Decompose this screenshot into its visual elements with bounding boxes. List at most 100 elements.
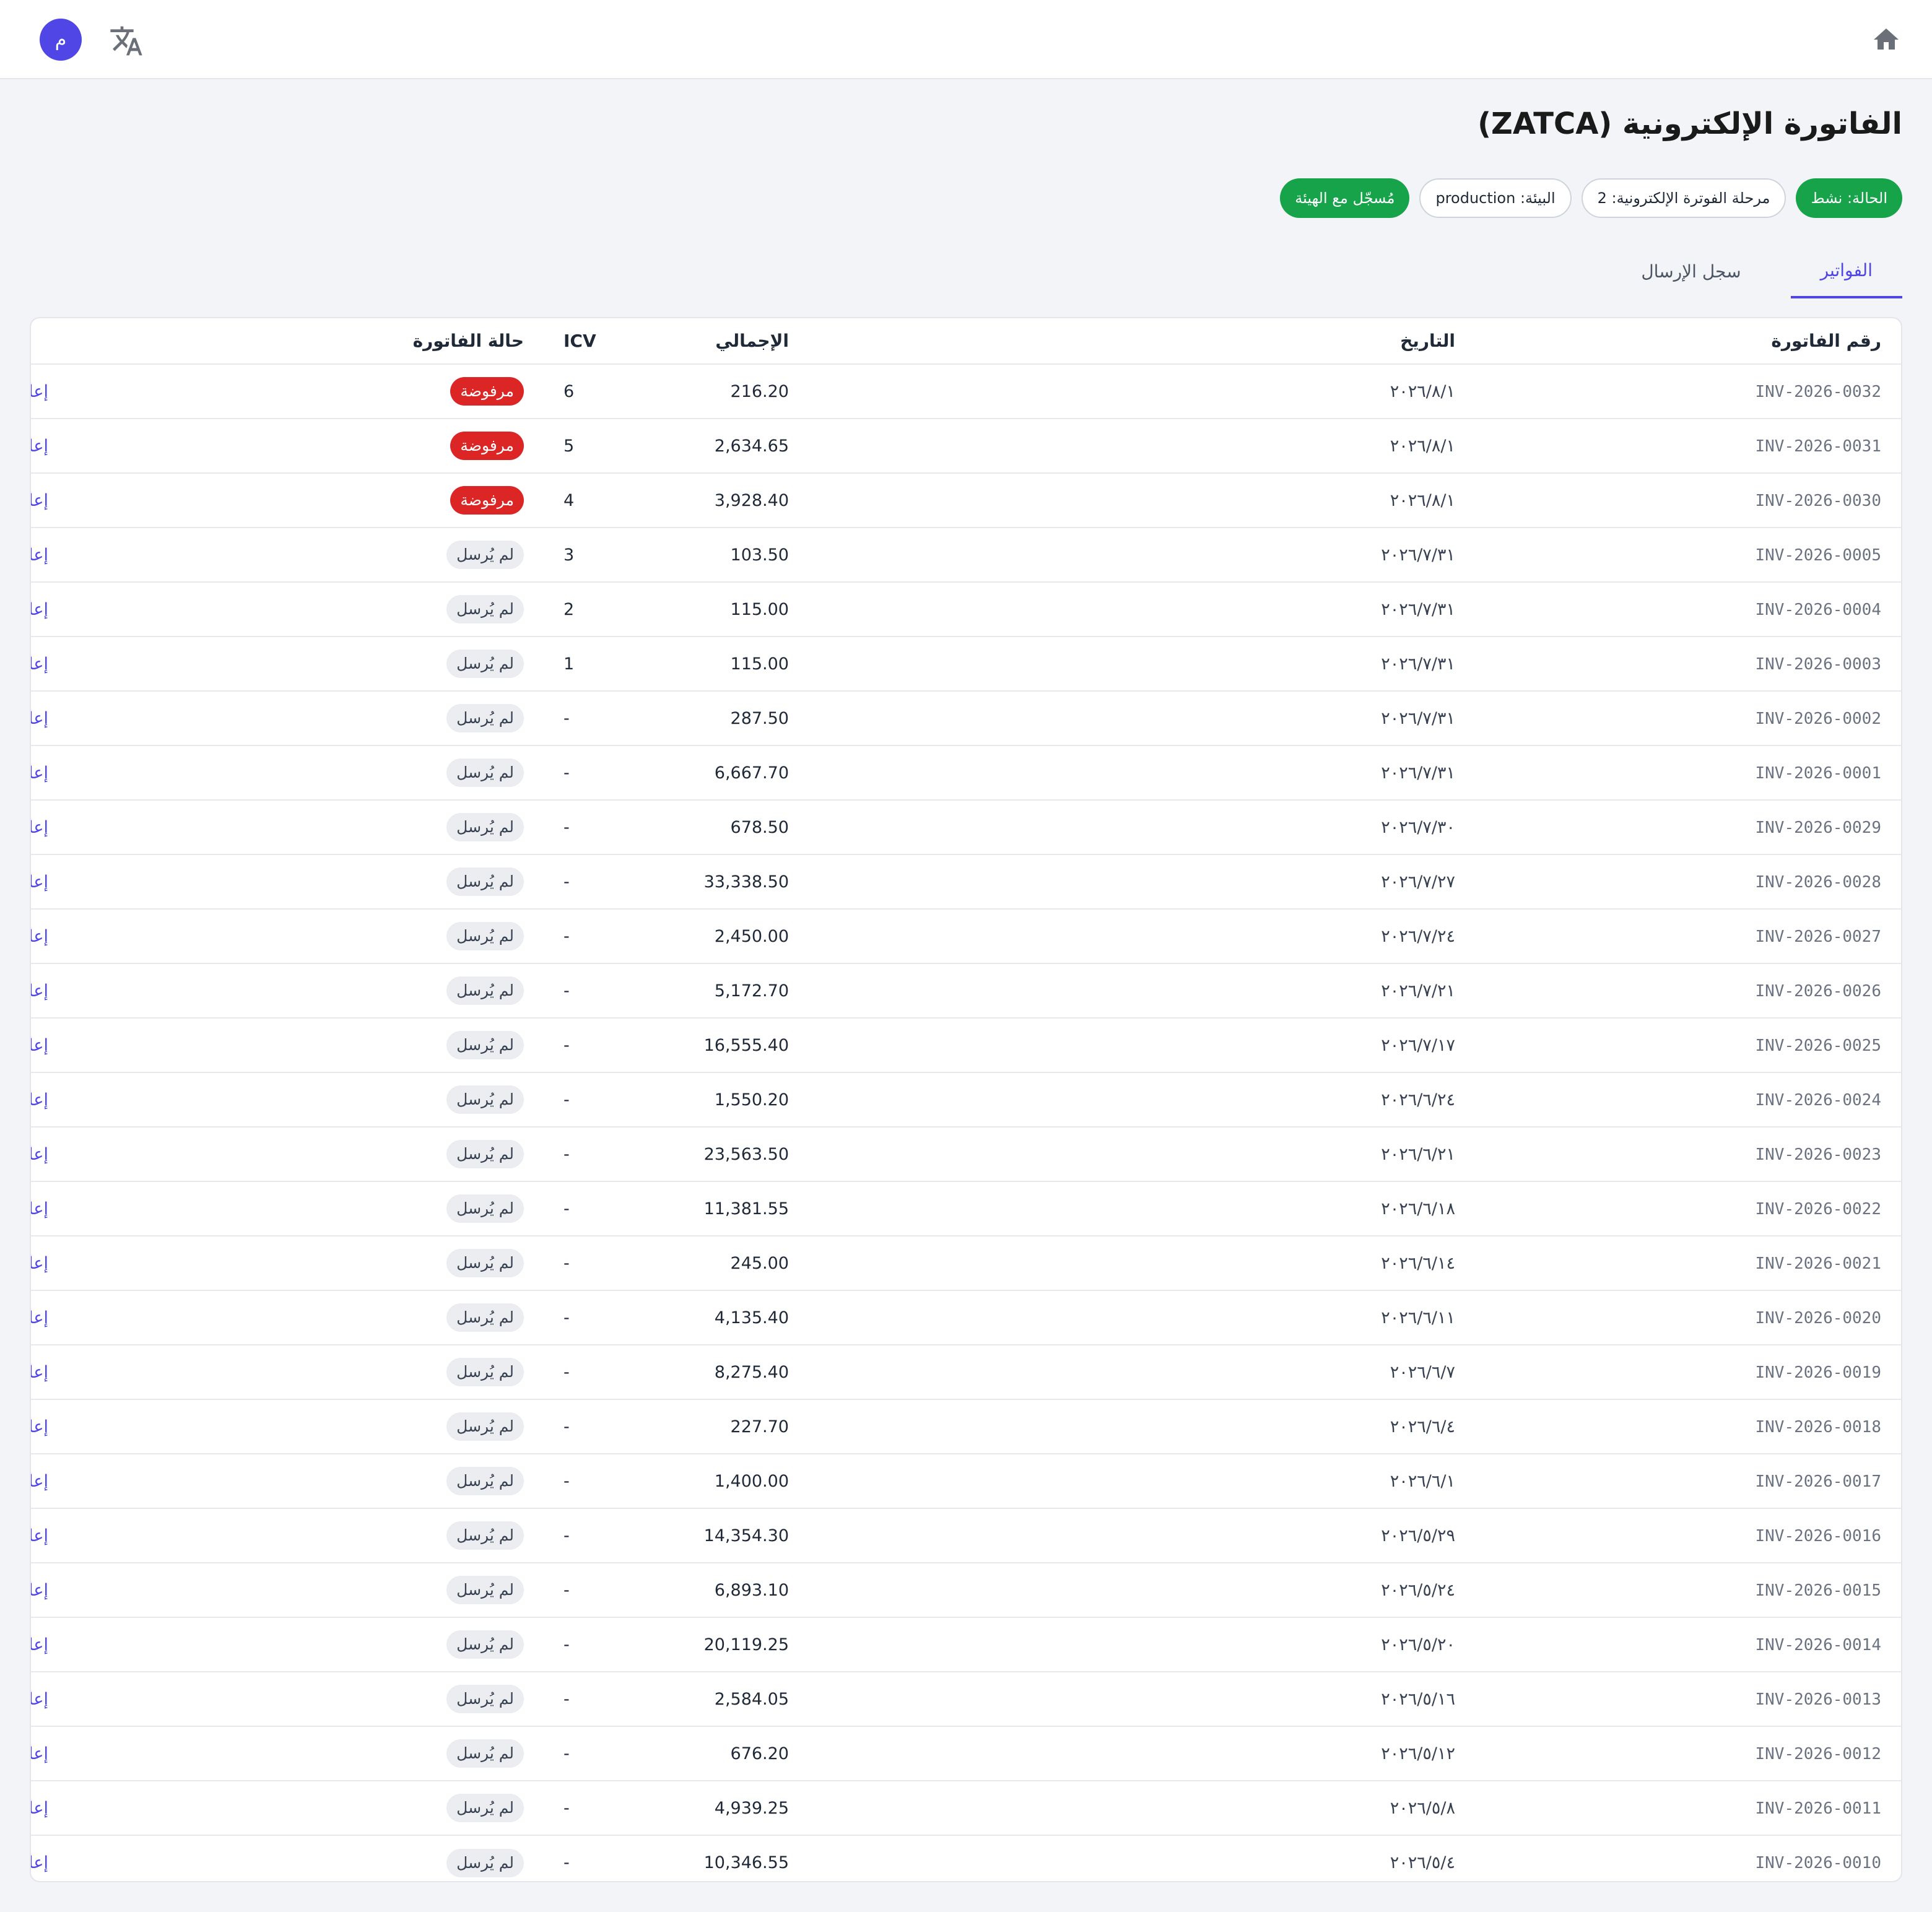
total-cell: 2,450.00 — [706, 909, 809, 963]
invoice-number: INV-2026-0004 — [1755, 600, 1882, 619]
date-cell: ٢٠٢٦/٥/٤ — [809, 1835, 1475, 1881]
invoice-total: 20,119.25 — [703, 1635, 789, 1654]
invoice-total: 287.50 — [730, 708, 789, 728]
invoice-number: INV-2026-0025 — [1755, 1036, 1882, 1055]
invoices-card: رقم الفاتورة التاريخ الإجمالي ICV حالة ا… — [30, 317, 1902, 1882]
resend-link[interactable]: إعادة إرسال — [31, 1308, 48, 1328]
invoice-number-cell: INV-2026-0003 — [1475, 637, 1901, 691]
table-row: INV-2026-0030 ٢٠٢٦/٨/١ 3,928.40 4 مرفوضة إعاد… — [31, 473, 1901, 528]
invoice-total: 115.00 — [730, 599, 789, 619]
resend-link[interactable]: إعادة إرسال — [31, 709, 48, 728]
status-cell: لم يُرسل — [31, 1617, 544, 1672]
invoice-date: ٢٠٢٦/٦/١ — [1390, 1471, 1455, 1491]
status-cell: لم يُرسل — [31, 745, 544, 800]
user-avatar[interactable]: م — [40, 19, 82, 61]
resend-link[interactable]: إعادة إرسال — [31, 872, 48, 892]
total-cell: 11,381.55 — [704, 1181, 809, 1236]
status-cell: لم يُرسل — [31, 1181, 544, 1236]
resend-link[interactable]: إعادة إرسال — [31, 1581, 48, 1600]
resend-link[interactable]: إعادة إرسال — [31, 1635, 48, 1654]
tab-submission-log[interactable]: سجل الإرسال — [1611, 244, 1770, 298]
resend-link[interactable]: إعادة إرسال — [31, 600, 48, 619]
status-badge: لم يُرسل — [446, 1140, 524, 1168]
resend-link[interactable]: إعادة إرسال — [31, 1472, 48, 1491]
resend-link[interactable]: إعادة إرسال — [31, 1799, 48, 1818]
resend-link[interactable]: إعادة إرسال — [31, 927, 48, 946]
invoice-number-cell: INV-2026-0010 — [1475, 1835, 1901, 1881]
resend-link[interactable]: إعادة إرسال — [31, 1417, 48, 1436]
status-cell: مرفوضة — [31, 419, 544, 473]
invoice-number: INV-2026-0001 — [1755, 763, 1882, 783]
total-cell: 3,928.40 — [706, 473, 809, 528]
date-cell: ٢٠٢٦/٦/١٨ — [809, 1181, 1475, 1236]
tab-invoices[interactable]: الفواتير — [1790, 244, 1902, 298]
icv-cell: 6 — [544, 364, 706, 419]
table-row: INV-2026-0024 ٢٠٢٦/٦/٢٤ 1,550.20 - لم يُرسل إ… — [31, 1072, 1901, 1127]
invoice-date: ٢٠٢٦/٧/٣١ — [1381, 654, 1455, 674]
resend-link[interactable]: إعادة إرسال — [31, 763, 48, 783]
resend-link[interactable]: إعادة إرسال — [31, 1145, 48, 1164]
date-cell: ٢٠٢٦/٧/٣١ — [809, 582, 1475, 637]
status-cell: لم يُرسل — [31, 1018, 544, 1072]
icv-value: 3 — [564, 545, 575, 565]
translate-icon[interactable] — [109, 24, 144, 58]
total-cell: 287.50 — [706, 691, 809, 745]
invoice-total: 2,450.00 — [714, 926, 789, 946]
table-row: INV-2026-0025 ٢٠٢٦/٧/١٧ 16,555.40 - لم يُرسل… — [31, 1018, 1901, 1072]
table-row: INV-2026-0019 ٢٠٢٦/٦/٧ 8,275.40 - لم يُرسل إع… — [31, 1345, 1901, 1399]
resend-link[interactable]: إعادة إرسال — [31, 1254, 48, 1273]
home-icon[interactable] — [1871, 25, 1901, 54]
invoice-total: 10,346.55 — [703, 1853, 789, 1872]
resend-link[interactable]: إعادة إرسال — [31, 818, 48, 837]
resend-link[interactable]: إعادة إرسال — [31, 1526, 48, 1545]
invoice-number: INV-2026-0016 — [1755, 1526, 1882, 1545]
status-badge: لم يُرسل — [446, 1739, 524, 1768]
resend-link[interactable]: إعادة إرسال — [31, 491, 48, 510]
invoices-table: رقم الفاتورة التاريخ الإجمالي ICV حالة ا… — [31, 318, 1901, 1881]
icv-cell: - — [544, 1345, 706, 1399]
registered-button[interactable]: مُسجّل مع الهيئة — [1280, 178, 1410, 218]
icv-value: - — [564, 1853, 570, 1872]
resend-link[interactable]: إعادة إرسال — [31, 437, 48, 456]
date-cell: ٢٠٢٦/٨/١ — [809, 364, 1475, 419]
resend-link[interactable]: إعادة إرسال — [31, 545, 48, 565]
resend-link[interactable]: إعادة إرسال — [31, 1199, 48, 1219]
invoice-total: 5,172.70 — [714, 981, 789, 1001]
status-badge: لم يُرسل — [446, 650, 524, 678]
resend-link[interactable]: إعادة إرسال — [31, 382, 48, 401]
resend-link[interactable]: إعادة إرسال — [31, 1690, 48, 1709]
invoice-date: ٢٠٢٦/٦/٧ — [1390, 1362, 1455, 1382]
invoice-date: ٢٠٢٦/٧/٢٤ — [1381, 926, 1455, 946]
date-cell: ٢٠٢٦/٨/١ — [809, 473, 1475, 528]
invoice-date: ٢٠٢٦/٨/١ — [1390, 490, 1455, 510]
invoice-total: 4,939.25 — [714, 1798, 789, 1818]
resend-link[interactable]: إعادة إرسال — [31, 1036, 48, 1055]
resend-link[interactable]: إعادة إرسال — [31, 1090, 48, 1110]
date-cell: ٢٠٢٦/٦/٤ — [809, 1399, 1475, 1454]
total-cell: 245.00 — [706, 1236, 809, 1290]
invoice-number-cell: INV-2026-0028 — [1475, 854, 1901, 909]
icv-cell: - — [544, 1726, 706, 1781]
invoice-number: INV-2026-0018 — [1755, 1417, 1882, 1436]
icv-value: - — [564, 1744, 570, 1763]
invoice-total: 1,550.20 — [714, 1090, 789, 1110]
invoice-date: ٢٠٢٦/٧/٢٧ — [1381, 872, 1455, 892]
resend-link[interactable]: إعادة إرسال — [31, 654, 48, 674]
resend-link[interactable]: إعادة إرسال — [31, 1853, 48, 1872]
invoice-number-cell: INV-2026-0011 — [1475, 1781, 1901, 1835]
status-cell: لم يُرسل — [31, 582, 544, 637]
icv-value: - — [564, 708, 570, 728]
total-cell: 227.70 — [706, 1399, 809, 1454]
date-cell: ٢٠٢٦/٥/٨ — [809, 1781, 1475, 1835]
date-cell: ٢٠٢٦/٧/٣١ — [809, 637, 1475, 691]
icv-value: 5 — [564, 436, 575, 456]
status-badge: لم يُرسل — [446, 1630, 524, 1659]
resend-link[interactable]: إعادة إرسال — [31, 1744, 48, 1763]
status-cell: لم يُرسل — [31, 1290, 544, 1345]
resend-link[interactable]: إعادة إرسال — [31, 981, 48, 1001]
total-cell: 103.50 — [706, 528, 809, 582]
resend-link[interactable]: إعادة إرسال — [31, 1363, 48, 1382]
icv-value: - — [564, 817, 570, 837]
icv-value: - — [564, 763, 570, 783]
status-badge: لم يُرسل — [446, 1194, 524, 1223]
